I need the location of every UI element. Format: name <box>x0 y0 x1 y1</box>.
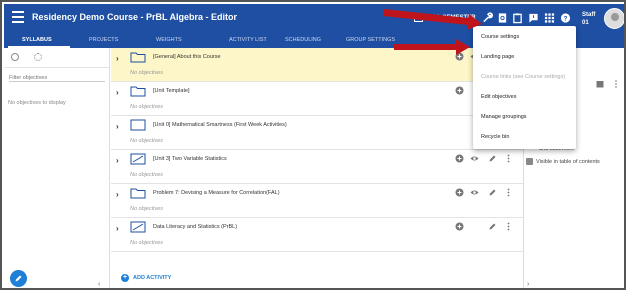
tab-activity-list[interactable]: ACTIVITY LIST <box>229 37 267 43</box>
svg-text:?: ? <box>564 15 568 22</box>
expand-chevron-icon[interactable]: › <box>116 190 119 199</box>
pencil-icon[interactable] <box>488 222 497 231</box>
tab-weights[interactable]: WEIGHTS <box>156 37 182 43</box>
activity-title: Data Literacy and Statistics (PrBL) <box>153 224 238 230</box>
folder-icon <box>130 52 146 63</box>
list-item[interactable]: › Data Literacy and Statistics (PrBL) No… <box>111 218 523 252</box>
activity-objectives: No objectives <box>130 104 164 110</box>
expand-chevron-icon[interactable]: › <box>116 122 119 131</box>
visibility-icon[interactable] <box>470 188 479 197</box>
more-vert-icon[interactable] <box>504 222 513 231</box>
no-objectives-message: No objectives to display <box>8 100 66 106</box>
more-vert-icon[interactable] <box>504 188 513 197</box>
expand-chevron-icon[interactable]: › <box>116 88 119 97</box>
menu-item-edit-objectives[interactable]: Edit objectives <box>481 94 516 100</box>
page-title: Residency Demo Course - PrBL Algebra - E… <box>32 12 238 22</box>
pencil-icon[interactable] <box>488 154 497 163</box>
clipboard-icon[interactable] <box>512 12 523 24</box>
list-item[interactable]: › Problem 7: Devising a Measure for Corr… <box>111 184 523 218</box>
user-name-line1: Staff <box>582 12 596 18</box>
list-item[interactable]: › [Unit Template] No objectives <box>111 82 523 116</box>
filter-objectives-input[interactable] <box>9 75 105 82</box>
activity-title: [Unit Template] <box>153 88 190 94</box>
add-activity-button[interactable]: + ADD ACTIVITY <box>121 274 171 282</box>
page-search-icon[interactable] <box>497 12 508 24</box>
menu-item-course-links: Course links (see Course settings) <box>481 74 566 80</box>
calendar-icon[interactable] <box>596 80 604 88</box>
target-icon[interactable] <box>11 53 19 61</box>
menu-item-recycle-bin[interactable]: Recycle bin <box>481 134 509 140</box>
folder-icon <box>130 188 146 199</box>
more-vert-icon[interactable] <box>613 80 619 88</box>
activity-title: [Unit 3] Two Variable Statistics <box>153 156 227 162</box>
chart-icon <box>130 153 146 165</box>
activity-objectives: No objectives <box>130 138 164 144</box>
expand-chevron-icon[interactable]: › <box>116 156 119 165</box>
list-item[interactable]: › [Unit 0] Mathematical Smartness (First… <box>111 116 523 150</box>
add-circle-icon[interactable] <box>455 222 464 231</box>
more-vert-icon[interactable] <box>504 154 513 163</box>
add-icon: + <box>121 274 129 282</box>
tab-projects[interactable]: PROJECTS <box>89 37 118 43</box>
chart-icon <box>130 221 146 233</box>
sidebar-toolbar <box>4 48 109 68</box>
visibility-icon[interactable] <box>470 154 479 163</box>
settings-gear-icon[interactable] <box>34 53 42 61</box>
apps-grid-icon[interactable] <box>544 12 555 24</box>
user-name-line2: 01 <box>582 20 589 26</box>
hamburger-menu-icon[interactable] <box>12 11 24 25</box>
activity-objectives: No objectives <box>130 240 164 246</box>
pencil-icon <box>15 275 22 282</box>
list-item[interactable]: › [Unit 3] Two Variable Statistics No ob… <box>111 150 523 184</box>
collapse-right-chevron-icon[interactable]: › <box>527 281 529 288</box>
collapse-left-chevron-icon[interactable]: ‹ <box>98 281 100 288</box>
window-frame: Residency Demo Course - PrBL Algebra - E… <box>0 0 626 290</box>
objectives-sidebar: No objectives to display <box>4 48 110 288</box>
add-activity-label: ADD ACTIVITY <box>133 275 172 281</box>
activity-objectives: No objectives <box>130 70 164 76</box>
activity-title: [Unit 0] Mathematical Smartness (First W… <box>153 122 287 128</box>
tab-syllabus[interactable]: SYLLABUS <box>22 37 52 43</box>
visible-toc-checkbox[interactable]: Visible in table of contents <box>526 158 600 165</box>
add-circle-icon[interactable] <box>455 188 464 197</box>
edit-fab-button[interactable] <box>10 270 27 287</box>
user-name: Staff 01 <box>582 11 595 27</box>
checkbox-icon <box>526 158 533 165</box>
annotation-arrows <box>383 9 482 55</box>
expand-chevron-icon[interactable]: › <box>116 224 119 233</box>
add-circle-icon[interactable] <box>455 154 464 163</box>
pencil-icon[interactable] <box>488 188 497 197</box>
avatar[interactable] <box>604 8 624 29</box>
activity-objectives: No objectives <box>130 206 164 212</box>
folder-icon <box>130 86 146 97</box>
menu-item-manage-groupings[interactable]: Manage groupings <box>481 114 527 120</box>
activity-objectives: No objectives <box>130 172 164 178</box>
activity-list: › [General] About this Course No objecti… <box>111 48 523 288</box>
add-circle-icon[interactable] <box>455 86 464 95</box>
activity-title: Problem 7: Devising a Measure for Correl… <box>153 190 280 196</box>
tab-scheduling[interactable]: SCHEDULING <box>285 37 321 43</box>
visible-toc-label: Visible in table of contents <box>536 158 600 165</box>
expand-chevron-icon[interactable]: › <box>116 54 119 63</box>
help-icon[interactable]: ? <box>560 12 571 24</box>
feedback-icon[interactable] <box>528 12 539 24</box>
activity-title: [General] About this Course <box>153 54 221 60</box>
chart-icon <box>130 119 146 131</box>
